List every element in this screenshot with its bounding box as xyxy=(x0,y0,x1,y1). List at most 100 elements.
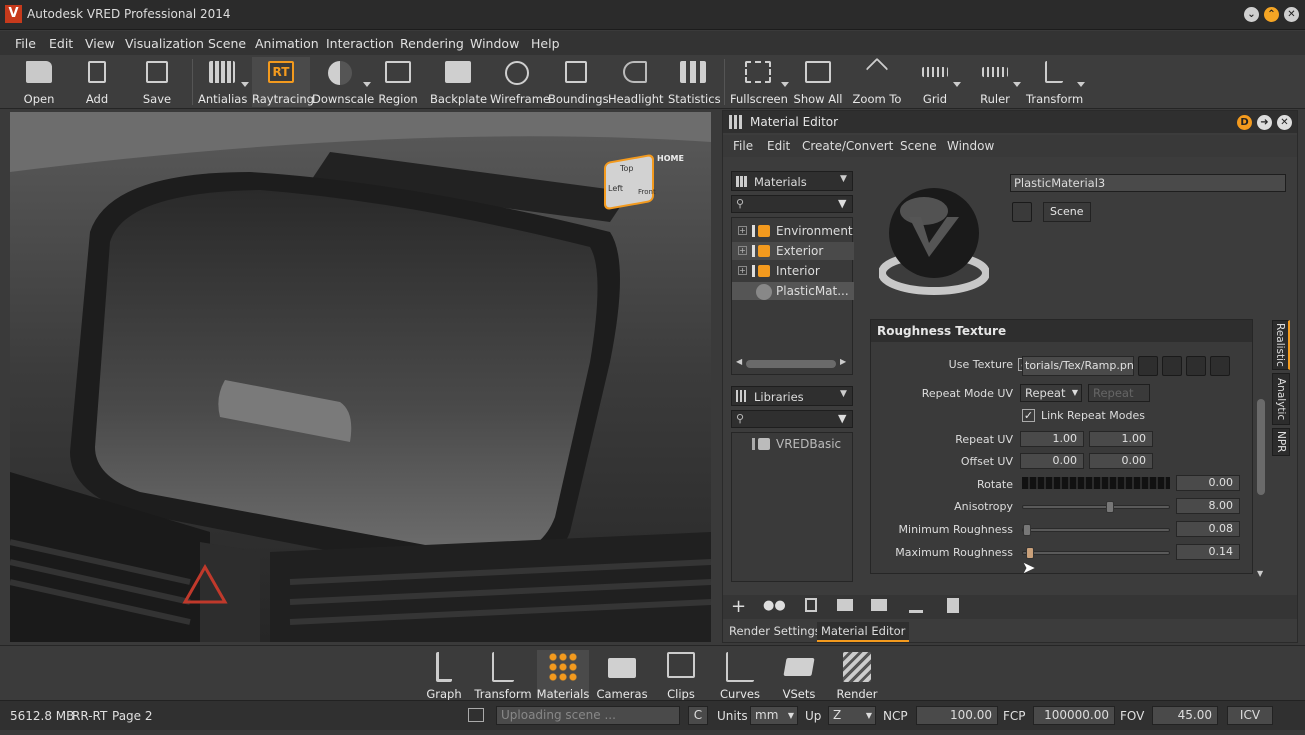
save-icon[interactable] xyxy=(1162,356,1182,376)
headlight-button[interactable]: Headlight xyxy=(608,57,664,107)
assign-icon[interactable] xyxy=(837,599,853,611)
tab-analytic[interactable]: Analytic xyxy=(1272,373,1290,425)
close-button[interactable]: ✕ xyxy=(1284,7,1299,22)
tag-icon[interactable] xyxy=(1012,202,1032,222)
c-button[interactable]: C xyxy=(688,706,708,725)
tree-item-interior[interactable]: + Interior xyxy=(732,262,854,280)
tree-item-vredbasic[interactable]: VREDBasic xyxy=(732,435,854,453)
vertical-scrollbar[interactable]: ▼ xyxy=(1255,319,1267,581)
link-repeat-checkbox[interactable]: ✓ xyxy=(1022,409,1035,422)
tree-item-plasticmaterial[interactable]: PlasticMat... xyxy=(732,282,854,300)
downscale-button[interactable]: Downscale xyxy=(312,57,374,107)
tab-npr[interactable]: NPR xyxy=(1272,428,1290,456)
fov-field[interactable]: 45.00 xyxy=(1152,706,1218,725)
tab-realistic[interactable]: Realistic xyxy=(1272,320,1290,370)
scroll-down-icon[interactable]: ▼ xyxy=(1257,569,1263,578)
3d-viewport[interactable]: Top Left Front HOME xyxy=(10,112,711,642)
select-icon[interactable] xyxy=(871,599,887,611)
filter-icon[interactable]: ▼ xyxy=(838,197,846,210)
transform-button[interactable]: Transform xyxy=(1026,57,1085,107)
me-menu-scene[interactable]: Scene xyxy=(900,139,937,153)
expand-icon[interactable]: + xyxy=(738,246,747,255)
console-input[interactable]: Uploading scene ... xyxy=(496,706,680,725)
me-menu-create-convert[interactable]: Create/Convert xyxy=(802,139,893,153)
rotate-field[interactable]: 0.00 xyxy=(1176,475,1240,491)
viewcube-front-label[interactable]: Front xyxy=(638,188,656,196)
render-module-button[interactable]: Render xyxy=(831,650,883,701)
console-icon[interactable] xyxy=(468,708,484,722)
repeat-v-field[interactable]: 1.00 xyxy=(1089,431,1153,447)
scene-button[interactable]: Scene xyxy=(1043,202,1091,222)
fullscreen-button[interactable]: Fullscreen xyxy=(730,57,789,107)
filter-icon[interactable]: ▼ xyxy=(838,412,846,425)
tree-item-environment[interactable]: + Environment xyxy=(732,222,854,240)
ncp-field[interactable]: 100.00 xyxy=(916,706,998,725)
max-roughness-slider[interactable] xyxy=(1022,547,1170,559)
add-material-icon[interactable]: + xyxy=(731,596,746,617)
raytracing-button[interactable]: RT Raytracing xyxy=(252,57,314,107)
offset-u-field[interactable]: 0.00 xyxy=(1020,453,1084,469)
scroll-right-icon[interactable]: ▶ xyxy=(840,357,846,366)
scrollbar-thumb[interactable] xyxy=(746,360,836,368)
repeat-u-field[interactable]: 1.00 xyxy=(1020,431,1084,447)
trash-icon[interactable] xyxy=(1210,356,1230,376)
icv-button[interactable]: ICV xyxy=(1227,706,1273,725)
menu-file[interactable]: File xyxy=(15,36,36,51)
duplicate-icon[interactable]: ●● xyxy=(763,598,786,613)
tab-render-settings[interactable]: Render Settings xyxy=(725,622,825,642)
libraries-search-input[interactable]: ⚲ ▼ xyxy=(731,410,853,428)
offset-v-field[interactable]: 0.00 xyxy=(1089,453,1153,469)
close-icon[interactable]: ✕ xyxy=(1277,115,1292,130)
add-button[interactable]: Add xyxy=(74,57,120,107)
anisotropy-slider[interactable] xyxy=(1022,501,1170,513)
ruler-button[interactable]: Ruler xyxy=(972,57,1021,107)
scroll-left-icon[interactable]: ◀ xyxy=(736,357,742,366)
curves-module-button[interactable]: Curves xyxy=(714,650,766,701)
show-all-button[interactable]: Show All xyxy=(792,57,844,107)
menu-rendering[interactable]: Rendering xyxy=(400,36,464,51)
horizontal-scrollbar[interactable]: ◀ ▶ xyxy=(734,357,850,370)
me-menu-file[interactable]: File xyxy=(733,139,753,153)
expand-icon[interactable]: + xyxy=(738,266,747,275)
viewcube[interactable]: Top Left Front HOME xyxy=(602,153,684,211)
max-roughness-field[interactable]: 0.14 xyxy=(1176,544,1240,560)
scrollbar-thumb[interactable] xyxy=(1257,399,1265,495)
viewcube-left-label[interactable]: Left xyxy=(608,184,623,193)
menu-animation[interactable]: Animation xyxy=(255,36,319,51)
min-roughness-slider[interactable] xyxy=(1022,524,1170,536)
materials-search-input[interactable]: ⚲ ▼ xyxy=(731,195,853,213)
maximize-button[interactable]: ⌃ xyxy=(1264,7,1279,22)
texture-path-input[interactable]: torials/Tex/Ramp.png xyxy=(1022,356,1134,376)
trash-icon[interactable] xyxy=(947,598,959,613)
group-icon[interactable] xyxy=(805,598,817,612)
wireframe-button[interactable]: Wireframe xyxy=(490,57,550,107)
statistics-button[interactable]: Statistics xyxy=(668,57,721,107)
zoom-to-button[interactable]: Zoom To xyxy=(850,57,904,107)
units-select[interactable]: mm ▼ xyxy=(750,706,798,725)
me-menu-window[interactable]: Window xyxy=(947,139,994,153)
menu-edit[interactable]: Edit xyxy=(49,36,73,51)
anisotropy-field[interactable]: 8.00 xyxy=(1176,498,1240,514)
libraries-combo[interactable]: Libraries ▼ xyxy=(731,386,853,406)
minimize-button[interactable]: ⌄ xyxy=(1244,7,1259,22)
min-roughness-field[interactable]: 0.08 xyxy=(1176,521,1240,537)
dock-button[interactable]: D xyxy=(1237,115,1252,130)
fcp-field[interactable]: 100000.00 xyxy=(1033,706,1115,725)
viewcube-top-label[interactable]: Top xyxy=(620,164,634,173)
tree-item-exterior[interactable]: + Exterior xyxy=(732,242,854,260)
cameras-module-button[interactable]: Cameras xyxy=(596,650,648,701)
tab-material-editor[interactable]: Material Editor xyxy=(817,622,910,642)
materials-combo[interactable]: Materials ▼ xyxy=(731,171,853,191)
material-name-input[interactable]: PlasticMaterial3 xyxy=(1010,174,1286,192)
up-select[interactable]: Z ▼ xyxy=(828,706,876,725)
rotate-dial[interactable] xyxy=(1022,477,1170,489)
folder-open-icon[interactable] xyxy=(1138,356,1158,376)
transform-module-button[interactable]: Transform xyxy=(474,650,532,701)
menu-view[interactable]: View xyxy=(85,36,115,51)
viewcube-home-button[interactable]: HOME xyxy=(657,154,684,163)
antialias-button[interactable]: Antialias xyxy=(198,57,249,107)
clips-module-button[interactable]: Clips xyxy=(655,650,707,701)
refresh-icon[interactable] xyxy=(1186,356,1206,376)
menu-window[interactable]: Window xyxy=(470,36,519,51)
menu-help[interactable]: Help xyxy=(531,36,560,51)
